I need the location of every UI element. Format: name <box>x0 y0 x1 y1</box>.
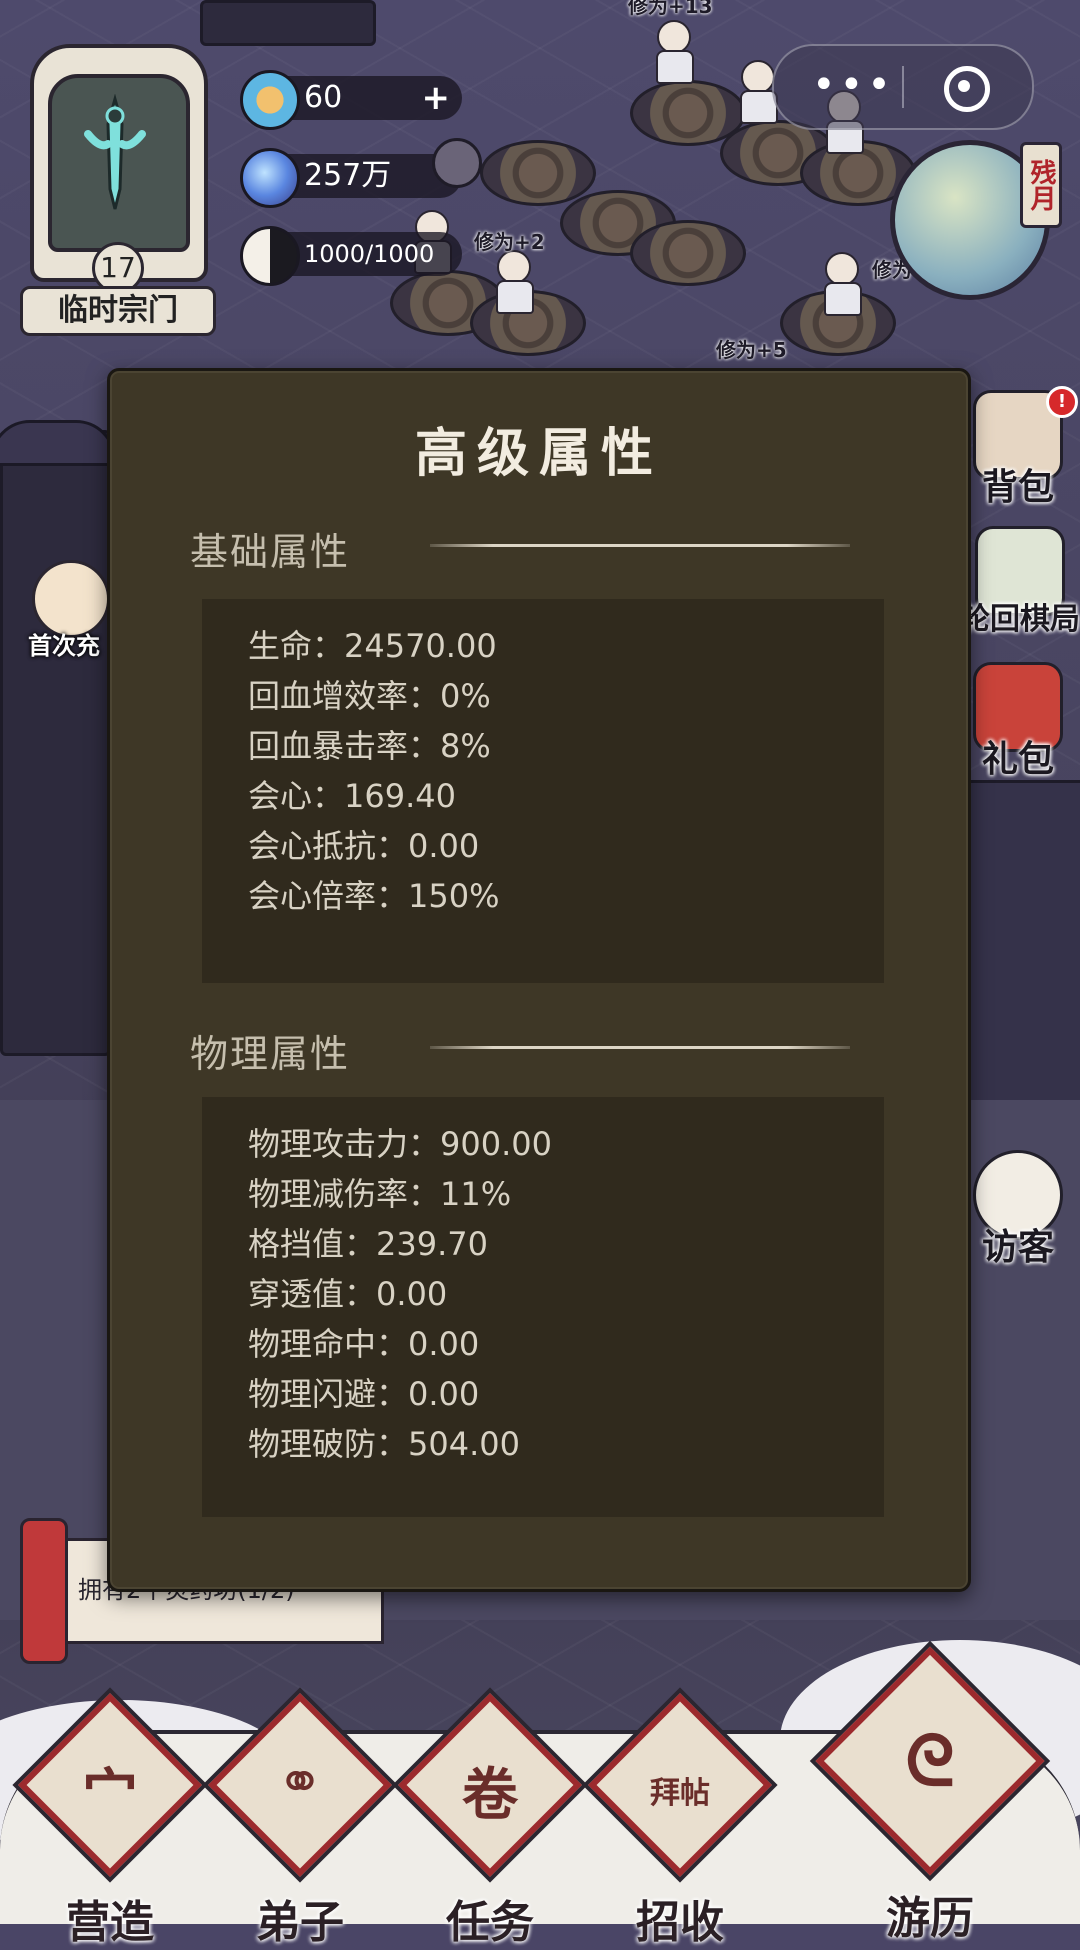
moon-phase-label: 残月 <box>1020 142 1062 228</box>
nav-travel[interactable]: ᘓ 游历 <box>815 1646 1045 1946</box>
cultivation-gain-text: 修为+5 <box>716 338 787 362</box>
section-divider <box>430 544 850 547</box>
visitor-button[interactable]: 访客 <box>968 1150 1068 1270</box>
sect-building[interactable] <box>200 0 376 46</box>
first-recharge-promo[interactable]: 首次充 <box>28 560 114 660</box>
sect-name: 临时宗门 <box>20 286 216 336</box>
stat-physical-hit: 物理命中：0.00 <box>248 1325 480 1363</box>
nav-disciples-label: 弟子 <box>256 1897 344 1948</box>
stat-penetration: 穿透值：0.00 <box>248 1275 448 1313</box>
sword-emblem-icon <box>84 94 146 210</box>
nav-tasks-label: 任务 <box>446 1897 534 1948</box>
cultivation-platform[interactable] <box>480 140 596 206</box>
pavilion-left[interactable] <box>0 430 111 1056</box>
go-board-label: 轮回棋局 <box>960 602 1080 637</box>
travel-glyph: ᘓ <box>905 1720 955 1802</box>
nav-recruit-label: 招收 <box>636 1897 724 1948</box>
disciple-figure[interactable] <box>824 252 862 316</box>
nav-disciples[interactable]: ⚭ 弟子 <box>208 1693 392 1950</box>
capsule-divider <box>902 66 904 108</box>
scroll-rod <box>20 1518 68 1664</box>
disciple-figure[interactable] <box>496 250 534 314</box>
stat-crit-resist: 会心抵抗：0.00 <box>248 827 480 865</box>
mini-program-capsule: ••• <box>772 44 1034 130</box>
resource-value: 1000/1000 <box>304 240 435 268</box>
stat-heal-crit-rate: 回血暴击率：8% <box>248 727 491 765</box>
section-title-basic: 基础属性 <box>190 530 351 574</box>
spirit-stone-icon <box>240 70 300 130</box>
build-glyph: 宀 <box>82 1763 138 1828</box>
resource-value: 257万 <box>304 158 392 193</box>
bag-label: 背包 <box>981 467 1054 508</box>
close-target-icon[interactable] <box>944 66 990 112</box>
bag-button[interactable]: 背包 ! <box>968 386 1078 510</box>
sect-badge[interactable]: 17 临时宗门 <box>8 14 218 336</box>
visitor-label: 访客 <box>981 1227 1054 1268</box>
stat-physical-damage-reduction: 物理减伤率：11% <box>248 1175 512 1213</box>
more-menu-icon[interactable]: ••• <box>812 65 891 108</box>
resource-yin-yang[interactable]: 1000/1000 <box>240 226 462 286</box>
disciple-figure[interactable] <box>656 20 694 84</box>
resource-value: 60 <box>304 80 343 115</box>
crystal-icon <box>240 148 300 208</box>
tasks-glyph: 卷 <box>462 1763 518 1828</box>
basic-attributes-panel: 生命：24570.00 回血增效率：0% 回血暴击率：8% 会心：169.40 … <box>202 599 884 983</box>
beetle-icon[interactable] <box>432 138 482 188</box>
add-resource-button[interactable]: + <box>422 76 451 120</box>
stat-physical-dodge: 物理闪避：0.00 <box>248 1375 480 1413</box>
resource-crystal[interactable]: 257万 <box>240 148 462 208</box>
stat-hp: 生命：24570.00 <box>248 627 497 665</box>
physical-stat-list: 物理攻击力：900.00 物理减伤率：11% 格挡值：239.70 穿透值：0.… <box>248 1119 552 1469</box>
stat-crit-multiplier: 会心倍率：150% <box>248 877 500 915</box>
stat-block: 格挡值：239.70 <box>248 1225 488 1263</box>
bottom-nav: 宀 营造 ⚭ 弟子 卷 任务 拜帖 招收 ᘓ 游历 <box>0 1646 1080 1948</box>
disciples-glyph: ⚭ <box>276 1750 324 1815</box>
stat-heal-efficiency: 回血增效率：0% <box>248 677 491 715</box>
resource-spirit-stone[interactable]: 60 + <box>240 70 462 130</box>
basic-stat-list: 生命：24570.00 回血增效率：0% 回血暴击率：8% 会心：169.40 … <box>248 621 500 921</box>
nav-tasks[interactable]: 卷 任务 <box>398 1693 582 1950</box>
go-board-button[interactable]: 轮回棋局 <box>960 526 1080 638</box>
section-title-physical: 物理属性 <box>190 1032 351 1076</box>
dialog-title: 高级属性 <box>414 423 663 484</box>
stat-crit: 会心：169.40 <box>248 777 456 815</box>
nav-build-label: 营造 <box>66 1897 154 1948</box>
cultivation-platform[interactable] <box>630 220 746 286</box>
first-recharge-label: 首次充 <box>28 632 100 660</box>
stat-physical-armor-break: 物理破防：504.00 <box>248 1425 520 1463</box>
recruit-glyph: 拜帖 <box>650 1776 710 1811</box>
pavilion-roof <box>0 420 116 466</box>
section-divider <box>430 1046 850 1049</box>
yin-yang-icon <box>240 226 300 286</box>
cultivation-gain-text: 修为+13 <box>628 0 713 18</box>
physical-attributes-panel: 物理攻击力：900.00 物理减伤率：11% 格挡值：239.70 穿透值：0.… <box>202 1097 884 1517</box>
nav-recruit[interactable]: 拜帖 招收 <box>588 1693 772 1950</box>
advanced-attributes-dialog[interactable]: 高级属性 基础属性 生命：24570.00 回血增效率：0% 回血暴击率：8% … <box>107 368 971 1592</box>
nav-travel-label: 游历 <box>886 1893 974 1944</box>
gift-label: 礼包 <box>981 739 1054 780</box>
gift-button[interactable]: 礼包 <box>968 662 1068 782</box>
disciple-figure[interactable] <box>740 60 778 124</box>
nav-build[interactable]: 宀 营造 <box>18 1693 202 1950</box>
stat-physical-attack: 物理攻击力：900.00 <box>248 1125 552 1163</box>
cultivation-gain-text: 修为+2 <box>474 230 545 254</box>
notification-badge: ! <box>1046 386 1078 418</box>
